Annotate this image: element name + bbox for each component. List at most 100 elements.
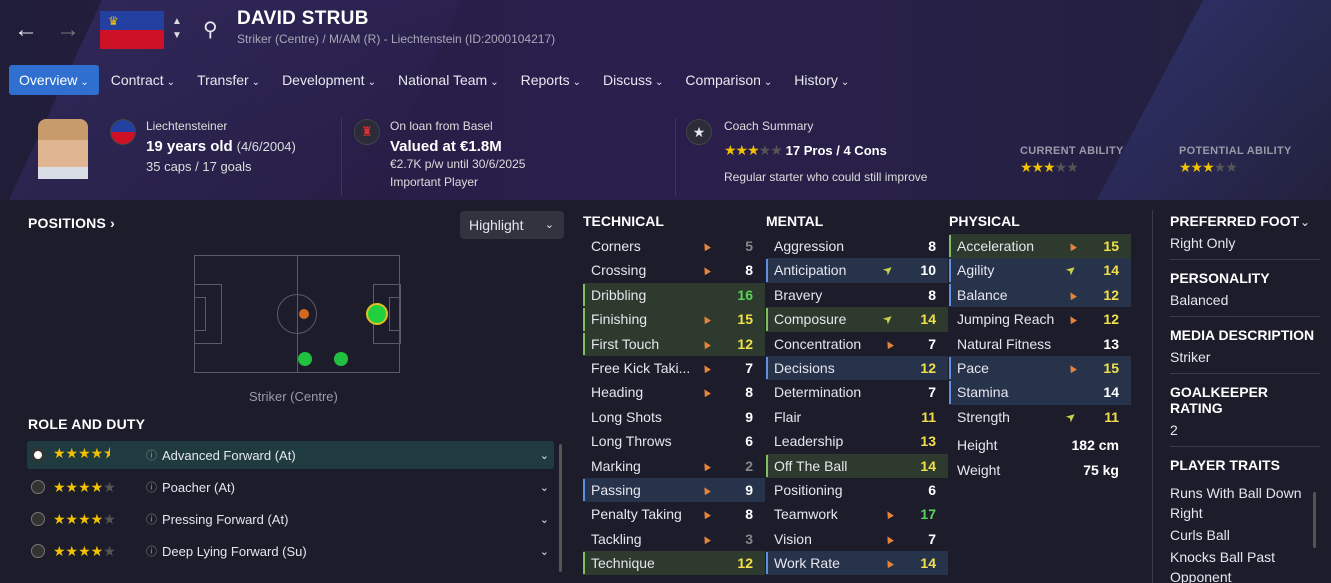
attribute-row[interactable]: Crossing ▲ 8 (583, 258, 765, 282)
info-icon: ⓘ (146, 450, 157, 462)
potential-ability-label: POTENTIAL ABILITY (1179, 145, 1292, 157)
attribute-row[interactable]: Pace ▲ 15 (949, 355, 1131, 381)
scrollbar[interactable] (559, 444, 562, 572)
physical-title: PHYSICAL (949, 213, 1020, 229)
attribute-row[interactable]: Long Throws 6 (583, 429, 765, 453)
attribute-row[interactable]: Balance ▲ 12 (949, 282, 1131, 308)
role-row[interactable]: ★★★★★ ⓘ Poacher (At) ⌄ (27, 473, 554, 501)
trend-arrow-icon: ▲ (697, 529, 715, 548)
chevron-down-icon: ⌄ (166, 77, 176, 88)
radio-button[interactable] (31, 544, 45, 558)
attribute-row[interactable]: Leadership 13 (766, 429, 948, 453)
divider (341, 118, 342, 196)
attribute-row[interactable]: Teamwork ▲ 17 (766, 502, 948, 526)
attribute-row[interactable]: Agility ➤ 14 (949, 258, 1131, 283)
attribute-row[interactable]: Concentration ▲ 7 (766, 332, 948, 356)
tab-reports[interactable]: Reports ⌄ (511, 65, 591, 95)
physical-column: PHYSICAL Acceleration ▲ 15 Agility ➤ 14 Balanc… (949, 208, 1131, 482)
player-value: Valued at €1.8M (390, 138, 502, 155)
attribute-row[interactable]: Free Kick Taki... ▲ 7 (583, 356, 765, 380)
attribute-row[interactable]: Finishing ▲ 15 (583, 307, 765, 332)
divider (675, 118, 676, 196)
role-stars: ★★★★★ (53, 478, 116, 495)
tab-contract[interactable]: Contract ⌄ (101, 65, 185, 95)
attribute-row[interactable]: Positioning 6 (766, 478, 948, 502)
attribute-row[interactable]: Flair 11 (766, 405, 948, 429)
trend-arrow-icon: ▲ (697, 310, 715, 329)
attribute-row[interactable]: First Touch ▲ 12 (583, 331, 765, 356)
forward-arrow-icon[interactable]: → (54, 16, 82, 44)
attribute-row[interactable]: Marking ▲ 2 (583, 454, 765, 478)
attribute-row[interactable]: Long Shots 9 (583, 405, 765, 429)
attribute-row[interactable]: Decisions 12 (766, 355, 948, 381)
search-icon[interactable]: ⚲ (203, 17, 218, 42)
player-name: DAVID STRUB (237, 8, 369, 29)
attribute-row[interactable]: Corners ▲ 5 (583, 234, 765, 258)
back-arrow-icon[interactable]: ← (12, 16, 40, 44)
mental-title: MENTAL (766, 213, 824, 229)
attribute-row[interactable]: Composure ➤ 14 (766, 307, 948, 332)
radio-button[interactable] (31, 448, 45, 462)
attribute-row[interactable]: Off The Ball 14 (766, 453, 948, 478)
chevron-down-icon: ⌄ (490, 77, 499, 88)
tab-discuss[interactable]: Discuss ⌄ (593, 65, 673, 95)
tab-bar: Overview ⌄ Contract ⌄ Transfer ⌄ Developmen… (9, 65, 861, 95)
tab-national-team[interactable]: National Team ⌄ (388, 65, 509, 95)
attribute-row[interactable]: Passing ▲ 9 (583, 477, 765, 503)
attribute-row[interactable]: Stamina 14 (949, 380, 1131, 405)
trait-item: Knocks Ball Past Opponent (1170, 549, 1276, 583)
attribute-row[interactable]: Bravery 8 (766, 283, 948, 307)
trend-arrow-icon: ▲ (697, 358, 715, 377)
scrollbar[interactable] (1313, 492, 1316, 548)
player-subtitle: Striker (Centre) / M/AM (R) - Liechtenst… (237, 32, 556, 46)
attribute-row[interactable]: Determination 7 (766, 380, 948, 404)
role-row[interactable]: ★★★★★ ⓘ Pressing Forward (At) ⌄ (27, 505, 554, 533)
attribute-row[interactable]: Work Rate ▲ 14 (766, 551, 948, 576)
player-details-panel: PREFERRED FOOT ⌄ Right Only PERSONALITY … (1170, 213, 1320, 583)
trend-arrow-icon: ▲ (697, 334, 715, 353)
attribute-row[interactable]: Aggression 8 (766, 234, 948, 258)
attribute-row[interactable]: Jumping Reach ▲ 12 (949, 307, 1131, 331)
trait-item: Runs With Ball Down Right (1170, 485, 1302, 521)
chevron-down-icon: ⌄ (251, 77, 261, 88)
attribute-row[interactable]: Tackling ▲ 3 (583, 527, 765, 551)
chevron-down-icon[interactable]: ⌄ (1300, 215, 1310, 229)
radio-button[interactable] (31, 480, 45, 494)
attribute-row[interactable]: Anticipation ➤ 10 (766, 258, 948, 283)
club-badge-icon: ♜ (354, 119, 380, 145)
primary-position-dot (366, 303, 388, 325)
attribute-row[interactable]: Vision ▲ 7 (766, 527, 948, 551)
tab-transfer[interactable]: Transfer ⌄ (187, 65, 270, 95)
attribute-row[interactable]: Natural Fitness 13 (949, 332, 1131, 356)
role-row[interactable]: ★★★★⯨ ⓘ Advanced Forward (At) ⌄ (27, 441, 554, 469)
player-switch-arrows[interactable]: ▲ ▼ (172, 15, 182, 43)
attribute-row[interactable]: Technique 12 (583, 551, 765, 576)
trend-arrow-icon: ▲ (697, 261, 715, 280)
player-photo (38, 119, 88, 179)
tab-overview[interactable]: Overview ⌄ (9, 65, 99, 95)
attribute-row[interactable]: Penalty Taking ▲ 8 (583, 502, 765, 526)
chevron-down-icon: ⌄ (539, 513, 549, 526)
role-row[interactable]: ★★★★★ ⓘ Deep Lying Forward (Su) ⌄ (27, 537, 554, 565)
tab-development[interactable]: Development ⌄ (272, 65, 386, 95)
personality: Balanced (1170, 292, 1229, 308)
position-caption: Striker (Centre) (249, 389, 338, 404)
attribute-row[interactable]: Dribbling 16 (583, 282, 765, 308)
chevron-down-icon: ⌄ (572, 77, 582, 88)
radio-button[interactable] (31, 512, 45, 526)
attribute-row[interactable]: Acceleration ▲ 15 (949, 234, 1131, 259)
attribute-row[interactable]: Strength ➤ 11 (949, 405, 1131, 429)
positions-title[interactable]: POSITIONS › (28, 215, 115, 231)
tab-comparison[interactable]: Comparison ⌄ (675, 65, 782, 95)
divider (1152, 210, 1153, 583)
attribute-row[interactable]: Heading ▲ 8 (583, 380, 765, 404)
tab-history[interactable]: History ⌄ (784, 65, 859, 95)
trend-arrow-icon: ▲ (697, 480, 715, 499)
highlight-dropdown[interactable]: Highlight ⌄ (460, 211, 564, 239)
trend-up-arrow-icon: ➤ (1062, 261, 1080, 279)
player-traits-label: PLAYER TRAITS (1170, 457, 1280, 473)
chevron-down-icon: ⌄ (655, 77, 664, 88)
role-duty-title: ROLE AND DUTY (28, 416, 146, 432)
chevron-down-icon: ⌄ (544, 219, 554, 231)
technical-title: TECHNICAL (583, 213, 664, 229)
